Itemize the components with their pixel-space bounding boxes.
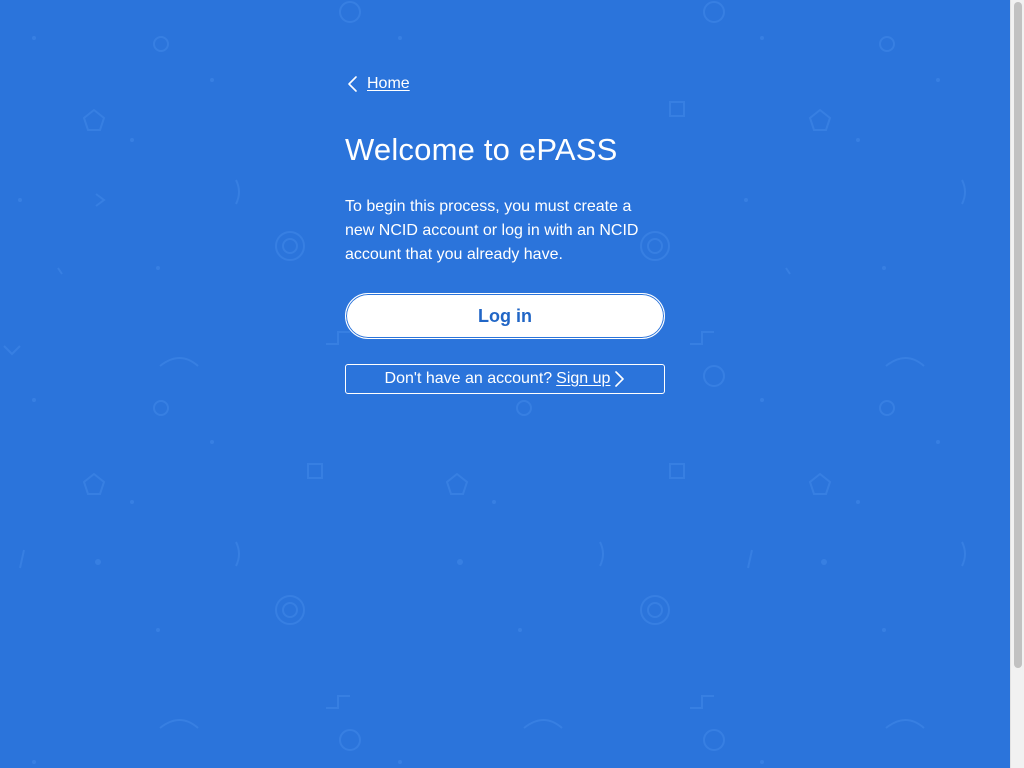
home-link-label[interactable]: Home — [367, 75, 410, 93]
login-button[interactable]: Log in — [345, 293, 665, 339]
intro-text: To begin this process, you must create a… — [345, 198, 639, 263]
chevron-right-icon — [615, 371, 625, 387]
signup-prompt: Don't have an account? — [384, 370, 553, 387]
chevron-left-icon — [348, 76, 357, 92]
page-title: Welcome to ePASS — [345, 132, 618, 167]
signup-box: Don't have an account? Sign up — [345, 364, 665, 394]
home-link[interactable]: Home — [345, 72, 410, 96]
welcome-panel: Home Welcome to ePASS To begin this proc… — [345, 72, 665, 394]
epass-welcome-page: Home Welcome to ePASS To begin this proc… — [0, 0, 1024, 768]
signup-link[interactable]: Sign up — [556, 370, 610, 388]
page-scrollbar[interactable] — [1010, 0, 1024, 768]
scrollbar-thumb[interactable] — [1014, 2, 1022, 668]
